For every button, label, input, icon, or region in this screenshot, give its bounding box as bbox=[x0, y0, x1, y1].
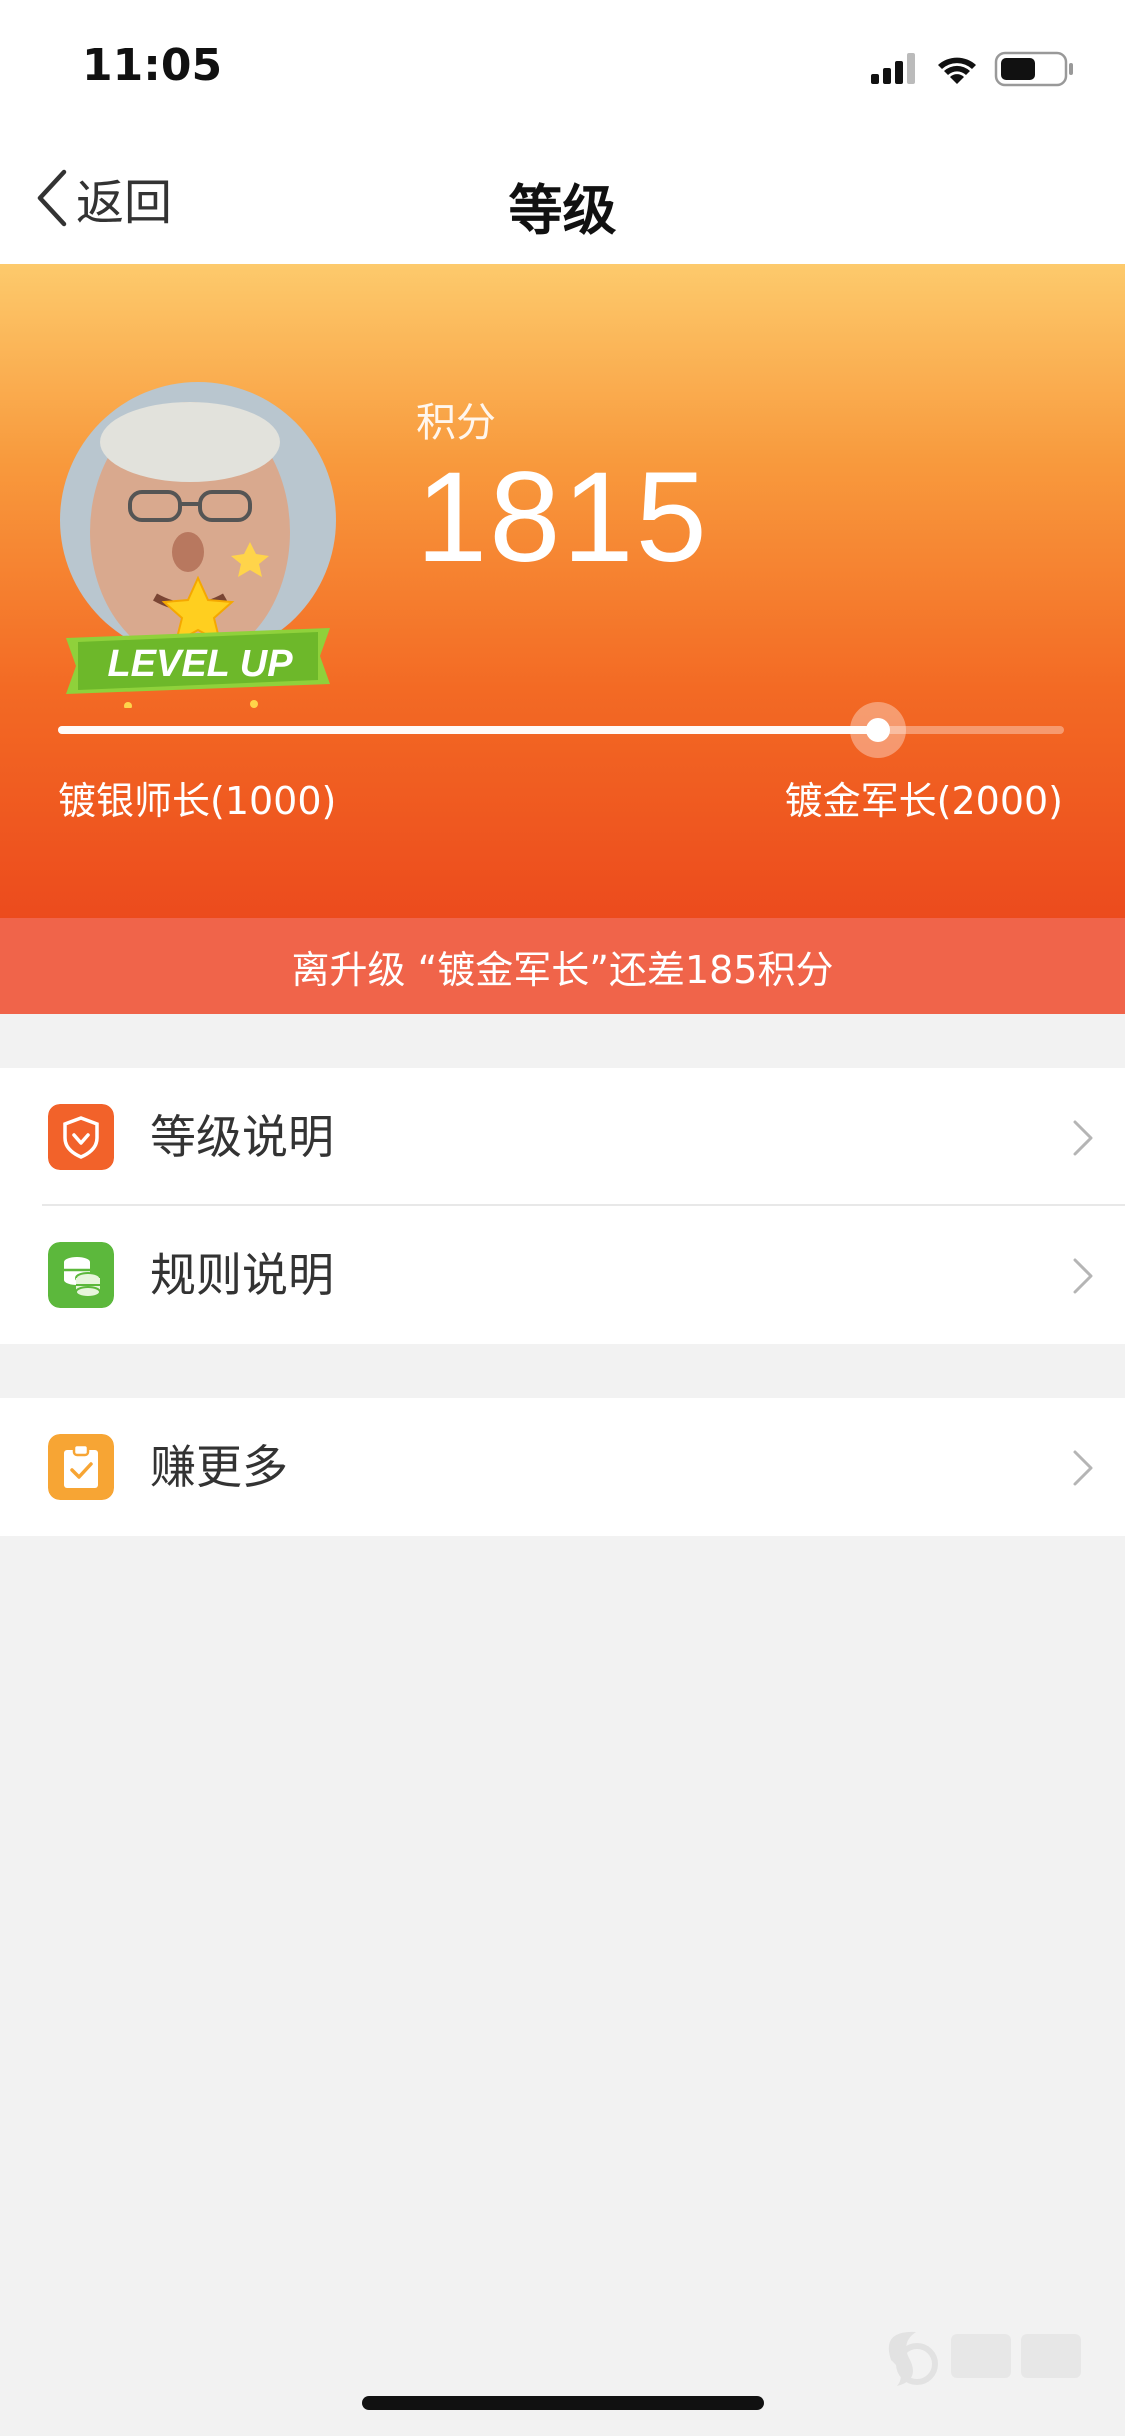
current-level-label: 镀银师长(1000) bbox=[58, 779, 337, 823]
level-progress-fill bbox=[58, 726, 878, 734]
battery-icon bbox=[994, 51, 1073, 87]
nav-bar: 返回 等级 bbox=[0, 132, 1125, 264]
upgrade-hint-text: 离升级 “镀金军长”还差185积分 bbox=[291, 947, 834, 992]
chevron-right-icon bbox=[1073, 1450, 1093, 1486]
score-label: 积分 bbox=[416, 400, 496, 446]
menu-item-label: 等级说明 bbox=[150, 1110, 334, 1164]
chevron-right-icon bbox=[1073, 1120, 1093, 1156]
status-bar: 11:05 bbox=[0, 0, 1125, 132]
score-value: 1815 bbox=[416, 446, 709, 589]
level-up-badge: LEVEL UP bbox=[66, 575, 330, 708]
watermark-logo bbox=[888, 2331, 1081, 2386]
menu-item-earn-more[interactable]: 赚更多 bbox=[0, 1398, 1125, 1536]
menu-item-level-explanation[interactable]: 等级说明 bbox=[0, 1068, 1125, 1206]
menu-item-label: 赚更多 bbox=[150, 1440, 288, 1494]
home-indicator[interactable] bbox=[362, 2396, 764, 2410]
avatar-with-badge[interactable]: LEVEL UP bbox=[58, 382, 338, 708]
next-level-label: 镀金军长(2000) bbox=[784, 779, 1063, 823]
status-icons bbox=[871, 48, 1081, 88]
page-title: 等级 bbox=[508, 179, 617, 242]
menu-card: 等级说明 规则说明 bbox=[0, 1068, 1125, 1344]
level-progress-knob bbox=[849, 702, 906, 758]
coins-icon bbox=[48, 1242, 114, 1308]
score-hero: LEVEL UP 积分 1815 镀银师长(1000) 镀金军长(2000) bbox=[0, 264, 1125, 918]
menu-item-rules-explanation[interactable]: 规则说明 bbox=[0, 1206, 1125, 1344]
cellular-signal-icon bbox=[871, 53, 915, 84]
wifi-icon bbox=[938, 57, 976, 84]
clipboard-check-icon bbox=[48, 1434, 114, 1500]
status-time: 11:05 bbox=[82, 40, 223, 91]
chevron-right-icon bbox=[1073, 1258, 1093, 1294]
upgrade-hint-banner: 离升级 “镀金军长”还差185积分 bbox=[0, 918, 1125, 1014]
menu-item-label: 规则说明 bbox=[150, 1248, 334, 1302]
earn-card: 赚更多 bbox=[0, 1398, 1125, 1536]
level-up-text: LEVEL UP bbox=[107, 643, 293, 685]
level-progress-bar bbox=[58, 702, 1064, 758]
shield-icon bbox=[48, 1104, 114, 1170]
